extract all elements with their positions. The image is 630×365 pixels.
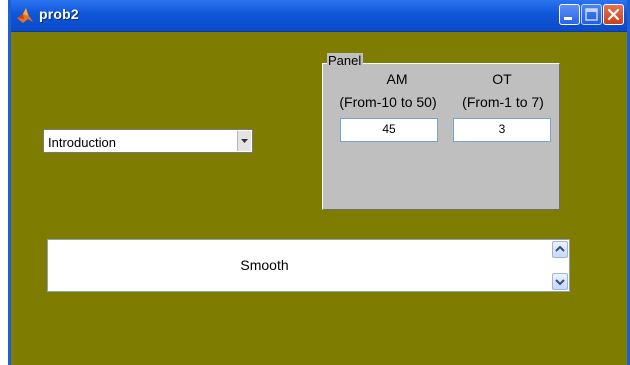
minimize-button[interactable] (559, 4, 580, 25)
ot-range-label: (From-1 to 7) (462, 94, 544, 110)
maximize-button[interactable] (581, 4, 602, 25)
chevron-down-icon (555, 279, 565, 286)
introduction-dropdown[interactable]: Introduction (43, 129, 253, 153)
maximize-icon (585, 8, 598, 21)
minimize-icon (564, 17, 572, 20)
listbox-scrollbar[interactable] (551, 240, 569, 291)
chevron-down-icon (241, 139, 248, 143)
dropdown-arrow-button[interactable] (237, 131, 251, 151)
chevron-up-icon (555, 245, 565, 252)
dropdown-selected-value: Introduction (48, 135, 116, 150)
smoothing-listbox[interactable]: Smooth (47, 239, 570, 292)
am-range-label: (From-10 to 50) (339, 94, 437, 110)
ot-label: OT (492, 71, 512, 87)
title-bar[interactable]: prob2 (11, 0, 627, 32)
ot-input[interactable]: 3 (453, 118, 551, 142)
scroll-up-button[interactable] (552, 241, 568, 258)
panel-title: Panel (327, 53, 364, 68)
close-button[interactable] (603, 4, 624, 25)
am-input[interactable]: 45 (340, 118, 438, 142)
matlab-logo-icon (16, 7, 34, 24)
scroll-down-button[interactable] (552, 273, 568, 290)
close-icon (607, 8, 620, 21)
window-title: prob2 (39, 6, 79, 22)
list-item[interactable]: Smooth (48, 257, 481, 273)
am-label: AM (386, 71, 408, 87)
